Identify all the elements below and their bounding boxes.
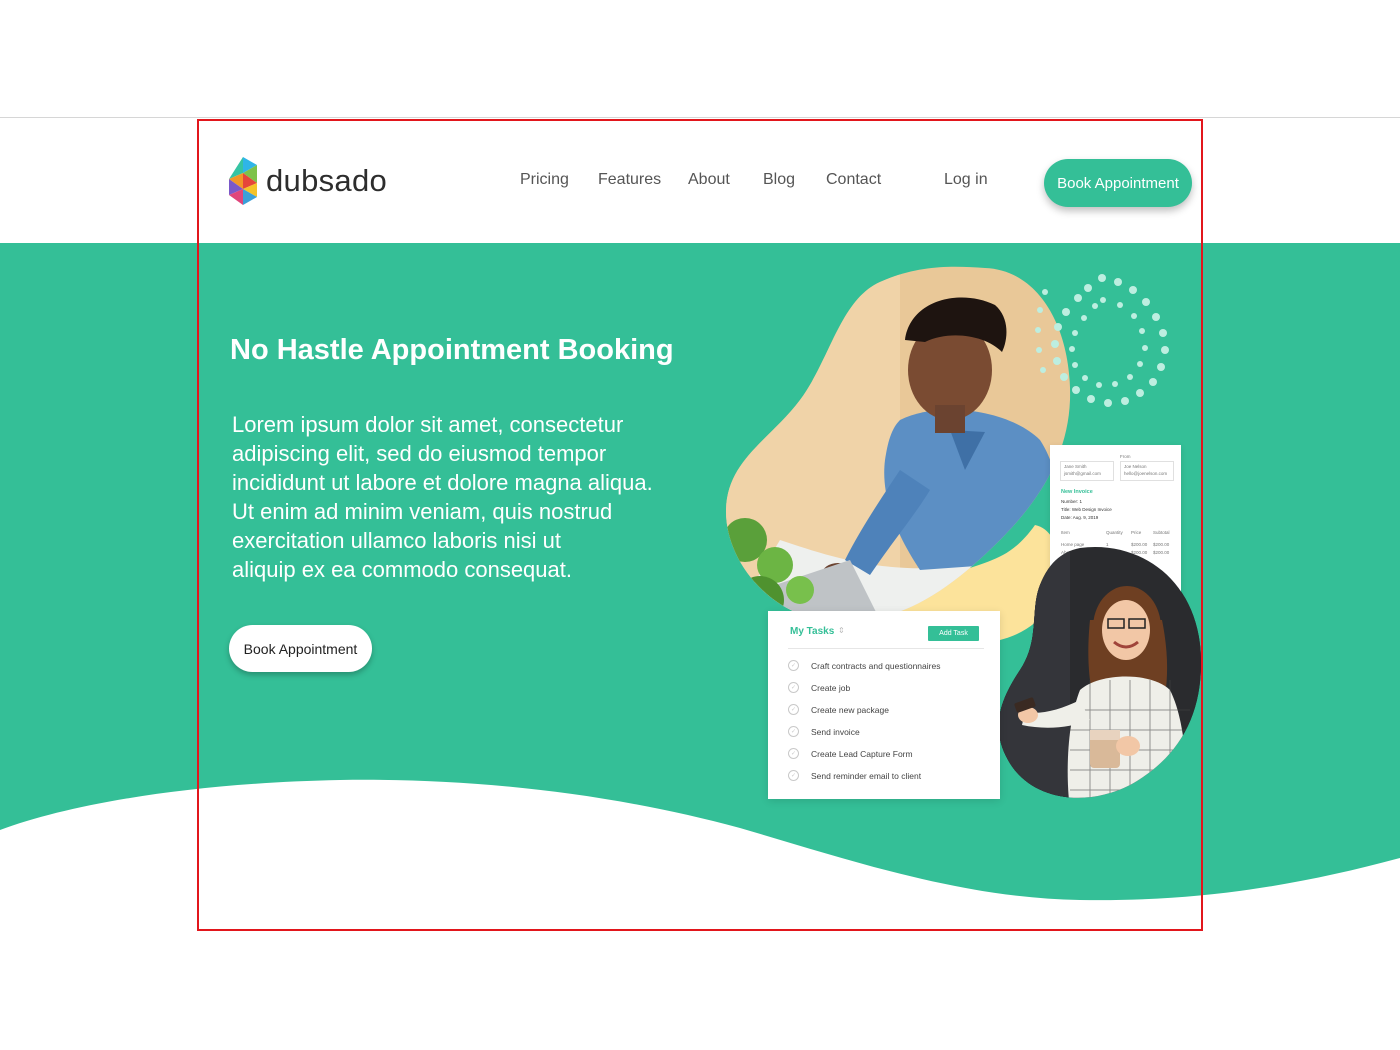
invoice-col-subtotal: Subtotal xyxy=(1153,530,1170,535)
invoice-from-email: jsmith@gmail.com xyxy=(1064,471,1101,476)
brand-logo[interactable]: dubsado xyxy=(228,156,387,206)
invoice-to-email: hello@joenelson.com xyxy=(1124,471,1168,476)
hero-illustration xyxy=(725,266,1202,798)
invoice-col-item: Item xyxy=(1061,530,1070,535)
nav-pricing[interactable]: Pricing xyxy=(520,171,569,189)
check-circle-icon: ✓ xyxy=(788,726,799,737)
task-item[interactable]: ✓ Send reminder email to client xyxy=(788,770,921,781)
check-circle-icon: ✓ xyxy=(788,770,799,781)
invoice-number: Number: 1 xyxy=(1061,499,1083,504)
invoice-row-price: $200.00 xyxy=(1131,550,1148,555)
task-item[interactable]: ✓ Create job xyxy=(788,682,850,693)
nav-features[interactable]: Features xyxy=(598,171,661,189)
check-circle-icon: ✓ xyxy=(788,682,799,693)
task-label: Send invoice xyxy=(811,726,860,737)
invoice-row-item: Home page xyxy=(1061,542,1085,547)
nav-contact[interactable]: Contact xyxy=(826,171,881,189)
invoice-row-price: $200.00 xyxy=(1131,542,1148,547)
task-label: Send reminder email to client xyxy=(811,770,922,781)
invoice-col-qty: Quantity xyxy=(1106,530,1123,535)
task-item[interactable]: ✓ Create new package xyxy=(788,704,889,715)
check-circle-icon: ✓ xyxy=(788,704,799,715)
sort-icon: ⇕ xyxy=(838,626,845,635)
invoice-date: Date: Aug. 9, 2019 xyxy=(1061,515,1099,520)
brand-name: dubsado xyxy=(266,163,388,198)
task-label: Create job xyxy=(811,682,851,693)
my-tasks-card: My Tasks ⇕ Add Task ✓ Craft contracts and… xyxy=(768,611,1000,799)
hero-title: No Hastle Appointment Booking xyxy=(230,334,674,366)
check-circle-icon: ✓ xyxy=(788,748,799,759)
invoice-row-item: About xyxy=(1061,550,1073,555)
hero-description-line: adipiscing elit, sed do eiusmod tempor xyxy=(232,441,607,466)
invoice-col-price: Price xyxy=(1131,530,1142,535)
book-appointment-header-button[interactable]: Book Appointment xyxy=(1044,159,1192,207)
login-link[interactable]: Log in xyxy=(944,171,988,189)
add-task-button[interactable]: Add Task xyxy=(928,626,979,641)
tasks-card-title: My Tasks xyxy=(790,626,835,637)
invoice-to-name: Joe Nelson xyxy=(1124,464,1147,469)
invoice-heading: New Invoice xyxy=(1061,489,1093,495)
book-appointment-hero-button[interactable]: Book Appointment xyxy=(229,625,372,672)
invoice-from-label: From xyxy=(1120,454,1131,459)
invoice-row-subtotal: $200.00 xyxy=(1153,550,1170,555)
hero-description-line: exercitation ullamco laboris nisi ut xyxy=(232,528,561,553)
hero-description-line: Ut enim ad minim veniam, quis nostrud xyxy=(232,499,613,524)
task-item[interactable]: ✓ Create Lead Capture Form xyxy=(788,748,913,759)
task-label: Create Lead Capture Form xyxy=(811,748,913,759)
hero-description-line: Lorem ipsum dolor sit amet, consectetur xyxy=(232,412,624,437)
invoice-preview-card: From Jane Smith jsmith@gmail.com Joe Nel… xyxy=(1050,445,1181,630)
nav-about[interactable]: About xyxy=(688,171,730,189)
task-item[interactable]: ✓ Send invoice xyxy=(788,726,860,737)
hero-description-line: incididunt ut labore et dolore magna ali… xyxy=(232,470,653,495)
hero-description-line: aliquip ex ea commodo consequat. xyxy=(232,557,572,582)
invoice-title: Title: Web Design Invoice xyxy=(1061,507,1112,512)
cube-logo-icon xyxy=(229,157,257,205)
hero-description: Lorem ipsum dolor sit amet, consectetur … xyxy=(232,410,692,584)
task-label: Create new package xyxy=(811,704,889,715)
invoice-row-subtotal: $200.00 xyxy=(1153,542,1170,547)
check-circle-icon: ✓ xyxy=(788,660,799,671)
task-label: Craft contracts and questionnaires xyxy=(811,660,941,671)
invoice-row-qty: 1 xyxy=(1106,542,1109,547)
task-item[interactable]: ✓ Craft contracts and questionnaires xyxy=(788,660,940,671)
nav-blog[interactable]: Blog xyxy=(763,171,795,189)
tasks-divider xyxy=(788,648,984,649)
invoice-from-name: Jane Smith xyxy=(1064,464,1087,469)
